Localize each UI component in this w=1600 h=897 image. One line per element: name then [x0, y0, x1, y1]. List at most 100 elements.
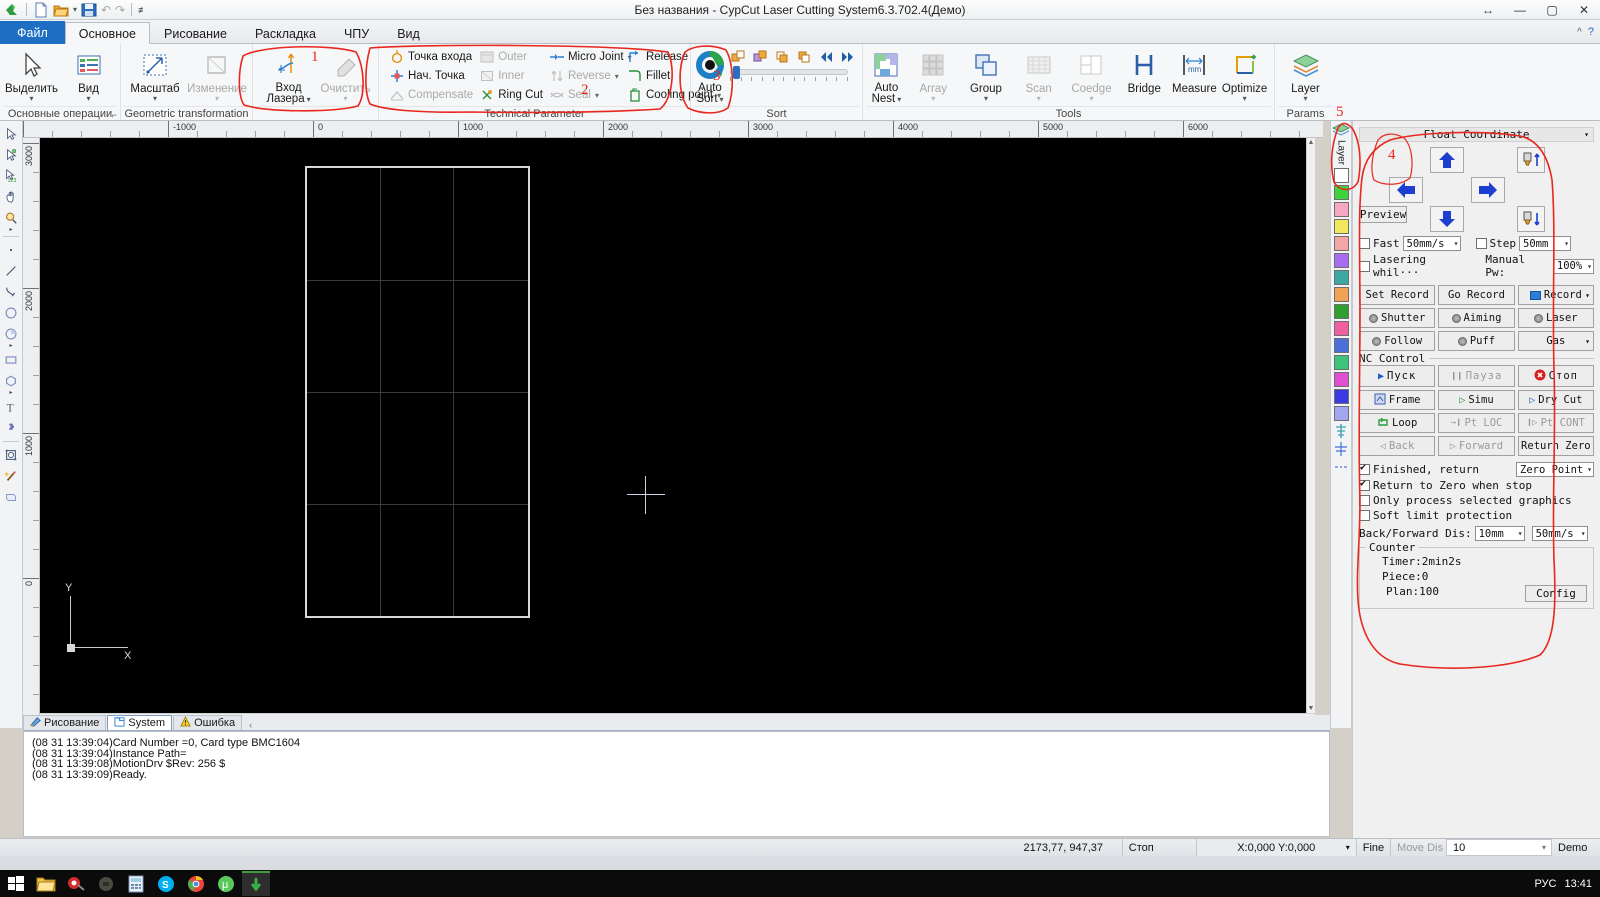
app-red-icon[interactable]	[62, 871, 90, 896]
text-tool-icon[interactable]: T	[1, 397, 21, 417]
ribbon-button-micro-joint[interactable]: Micro Joint ▾	[546, 48, 632, 66]
ribbon-button-select[interactable]: Выделить ▾	[3, 46, 60, 103]
layer-swatch[interactable]	[1333, 236, 1349, 252]
layer-swatch[interactable]	[1333, 304, 1349, 320]
ribbon-button-array[interactable]: Array ▾	[907, 46, 960, 103]
chevron-down-icon[interactable]: ▾	[1346, 843, 1350, 852]
step-value-combo[interactable]: 50mm ▾	[1519, 236, 1571, 251]
rectangular-part-outline[interactable]	[305, 166, 530, 618]
layer-swatch[interactable]	[1333, 253, 1349, 269]
layer-swatch[interactable]	[1333, 321, 1349, 337]
jog-left-button[interactable]	[1389, 177, 1423, 203]
swap-panel-icon[interactable]: ↔	[1472, 0, 1504, 20]
pt-loc-button[interactable]: →❙ Pt LOC	[1438, 413, 1515, 433]
chevron-down-icon[interactable]: ▾	[1584, 465, 1592, 474]
back-forward-speed-combo[interactable]: 50mm/s ▾	[1531, 526, 1588, 541]
ribbon-button-modify[interactable]: Изменение ▾	[186, 46, 248, 103]
chevron-down-icon[interactable]: ▾	[1542, 843, 1546, 852]
sort-first-icon[interactable]	[818, 49, 834, 65]
tab-vid[interactable]: Вид	[383, 22, 434, 44]
vertical-ruler[interactable]: 3000 2000 1000 0	[23, 138, 40, 728]
explorer-folder-icon[interactable]	[32, 871, 60, 896]
finished-return-target-combo[interactable]: Zero Point ▾	[1516, 462, 1594, 477]
chevron-down-icon[interactable]: ▾	[1585, 337, 1590, 346]
gas-button[interactable]: Gas ▾	[1517, 331, 1594, 351]
set-record-button[interactable]: Set Record	[1359, 285, 1436, 305]
preview-button[interactable]: Preview	[1359, 206, 1407, 223]
point-icon[interactable]	[1, 240, 21, 260]
nozzle-down-button[interactable]	[1517, 206, 1545, 232]
status-machine-coords[interactable]: X:0,000 Y:0,000 ▾	[1196, 839, 1357, 856]
line-icon[interactable]	[1, 261, 21, 281]
chevron-down-icon[interactable]: ▾	[307, 96, 311, 104]
ribbon-button-scale[interactable]: Масштаб ▾	[124, 46, 186, 103]
save-disk-icon[interactable]	[81, 2, 97, 18]
polyline-icon[interactable]	[1, 282, 21, 302]
back-forward-dist-combo[interactable]: 10mm ▾	[1474, 526, 1525, 541]
tab-risovanie[interactable]: Рисование	[150, 22, 241, 44]
tab-error-output[interactable]: Ошибка	[173, 715, 243, 730]
layer-swatch[interactable]	[1333, 406, 1349, 422]
sort-forward-one-icon[interactable]	[730, 49, 746, 65]
loop-button[interactable]: Loop	[1359, 413, 1436, 433]
sort-last-icon[interactable]	[840, 49, 856, 65]
circle-icon[interactable]	[1, 303, 21, 323]
layer-swatch[interactable]	[1333, 287, 1349, 303]
ribbon-button-bridge[interactable]: Bridge	[1118, 46, 1171, 95]
ribbon-button-clear[interactable]: Очистить ▾	[316, 46, 375, 103]
tab-system-output[interactable]: System	[107, 715, 173, 730]
new-document-icon[interactable]	[33, 2, 49, 18]
chevron-down-icon[interactable]: ▾	[1585, 291, 1590, 300]
laser-button[interactable]: Laser	[1517, 308, 1594, 328]
pause-button[interactable]: ❙❙ Пауза	[1438, 365, 1515, 387]
chevron-down-icon[interactable]: ▾	[1584, 130, 1589, 139]
sort-slider-thumb[interactable]	[733, 66, 740, 79]
ribbon-button-reverse[interactable]: Reverse ▾	[546, 67, 624, 85]
status-fine-mode[interactable]: Fine	[1357, 839, 1392, 856]
tab-file[interactable]: Файл	[0, 21, 65, 44]
ribbon-button-layer[interactable]: Layer ▾	[1278, 46, 1333, 103]
wot-tank-icon[interactable]	[92, 871, 120, 896]
close-button[interactable]: ✕	[1568, 0, 1600, 20]
frame-button[interactable]: Frame	[1359, 390, 1436, 410]
layer-swatch[interactable]	[1333, 219, 1349, 235]
align-tool-icon[interactable]	[1333, 423, 1349, 439]
layer-swatch[interactable]	[1333, 355, 1349, 371]
ribbon-button-laser-entry[interactable]: Вход Лазера ▾	[261, 46, 316, 105]
open-folder-icon[interactable]	[53, 2, 69, 18]
ribbon-button-entry-point[interactable]: Точка входа	[386, 48, 476, 66]
manual-power-combo[interactable]: 100% ▾	[1552, 258, 1594, 274]
chevron-down-icon[interactable]: ▾	[1037, 95, 1041, 103]
arc-pie-icon[interactable]	[1, 324, 21, 344]
utorrent-icon[interactable]: μ	[212, 871, 240, 896]
go-record-button[interactable]: Go Record	[1438, 285, 1515, 305]
magic-wand-icon[interactable]	[1, 466, 21, 486]
stop-button[interactable]: Стоп	[1517, 365, 1594, 387]
chevron-down-icon[interactable]: ▾	[344, 95, 348, 103]
ribbon-button-auto-nest[interactable]: Auto Nest ▾	[866, 46, 907, 105]
soft-limit-protection-checkbox[interactable]	[1359, 510, 1370, 521]
polygon-icon[interactable]	[1, 371, 21, 391]
ribbon-button-group[interactable]: Group ▾	[960, 46, 1013, 103]
chevron-down-icon[interactable]: ▾	[897, 96, 901, 104]
node-edit-icon[interactable]	[1, 145, 21, 165]
ribbon-button-scan[interactable]: Scan ▾	[1012, 46, 1065, 103]
layer-swatch[interactable]	[1333, 270, 1349, 286]
start-button[interactable]: ▶ Пуск	[1359, 365, 1436, 387]
undo-icon[interactable]: ↶	[101, 3, 111, 17]
chevron-down-icon[interactable]: ▾	[1578, 529, 1586, 538]
jog-up-button[interactable]	[1430, 147, 1464, 173]
lasering-while-checkbox[interactable]	[1359, 260, 1370, 272]
ribbon-button-outer[interactable]: Outer	[476, 48, 546, 66]
log-output[interactable]: (08 31 13:39:04)Card Number =0, Card typ…	[23, 731, 1330, 837]
chevron-down-icon[interactable]: ▾	[931, 95, 935, 103]
horizontal-ruler[interactable]: -1000 0 1000 2000 3000 4000 5000 6000	[23, 121, 1323, 138]
chevron-down-icon[interactable]: ▾	[1089, 95, 1093, 103]
nozzle-up-button[interactable]	[1517, 147, 1545, 173]
redo-icon[interactable]: ↷	[115, 3, 125, 17]
fast-checkbox[interactable]	[1359, 238, 1370, 249]
layer-swatch[interactable]	[1333, 202, 1349, 218]
puzzle-shape-icon[interactable]	[1, 418, 21, 438]
tab-chpu[interactable]: ЧПУ	[330, 22, 383, 44]
follow-button[interactable]: Follow	[1359, 331, 1436, 351]
